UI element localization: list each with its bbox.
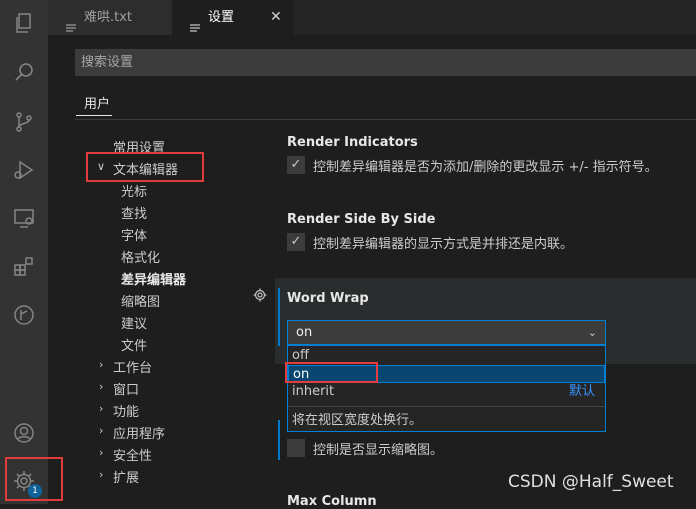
chevron-right-icon: › bbox=[99, 358, 104, 371]
close-icon[interactable]: ✕ bbox=[270, 0, 282, 35]
highlight-on-option-box bbox=[285, 362, 378, 383]
render-indicators-title: Render Indicators bbox=[287, 135, 418, 150]
word-wrap-select[interactable]: on ⌄ bbox=[287, 320, 606, 345]
search-icon[interactable] bbox=[12, 60, 36, 84]
extensions-icon[interactable] bbox=[12, 255, 36, 279]
account-icon[interactable] bbox=[12, 421, 36, 445]
dropdown-separator bbox=[288, 406, 605, 407]
render-indicators-desc: 控制差异编辑器是否为添加/删除的更改显示 +/- 指示符号。 bbox=[313, 160, 658, 175]
toc-suggest[interactable]: 建议 bbox=[121, 313, 147, 332]
highlight-text-editor-box bbox=[86, 152, 204, 182]
toc-security[interactable]: 安全性 bbox=[113, 445, 152, 464]
toc-features[interactable]: 功能 bbox=[113, 401, 139, 420]
timeline-icon[interactable] bbox=[12, 303, 36, 327]
word-wrap-title: Word Wrap bbox=[287, 291, 369, 306]
render-side-by-side-title: Render Side By Side bbox=[287, 212, 436, 227]
run-debug-icon[interactable] bbox=[12, 158, 36, 182]
tab-settings-label: 设置 bbox=[208, 10, 235, 25]
explorer-icon[interactable] bbox=[12, 11, 36, 35]
activity-bar: 1 bbox=[0, 0, 48, 504]
chevron-right-icon: › bbox=[99, 380, 104, 393]
word-wrap-dropdown: off on inherit 默认 将在视区宽度处换行。 bbox=[287, 345, 606, 432]
render-side-by-side-desc: 控制差异编辑器的显示方式是并排还是内联。 bbox=[313, 237, 574, 252]
toc-files[interactable]: 文件 bbox=[121, 335, 147, 354]
option-description: 将在视区宽度处换行。 bbox=[292, 413, 423, 428]
toc-extensions[interactable]: 扩展 bbox=[113, 467, 139, 486]
tab-file[interactable]: 难哄.txt bbox=[48, 0, 172, 35]
chevron-right-icon: › bbox=[99, 446, 104, 459]
toc-minimap[interactable]: 缩略图 bbox=[121, 291, 160, 310]
toc-workbench[interactable]: 工作台 bbox=[113, 357, 152, 376]
toc-find[interactable]: 查找 bbox=[121, 203, 147, 222]
chevron-down-icon: ⌄ bbox=[587, 326, 597, 339]
toc-formatting[interactable]: 格式化 bbox=[121, 247, 160, 266]
toc-cursor[interactable]: 光标 bbox=[121, 181, 147, 200]
option-inherit-label: inherit bbox=[292, 384, 335, 399]
remote-explorer-icon[interactable] bbox=[12, 206, 36, 230]
toc-window[interactable]: 窗口 bbox=[113, 379, 139, 398]
chevron-right-icon: › bbox=[99, 402, 104, 415]
tab-file-label: 难哄.txt bbox=[84, 10, 133, 25]
toc-font[interactable]: 字体 bbox=[121, 225, 147, 244]
chevron-right-icon: › bbox=[99, 468, 104, 481]
toc-diff-editor[interactable]: 差异编辑器 bbox=[121, 269, 186, 288]
default-label: 默认 bbox=[568, 384, 595, 399]
highlight-manage-box bbox=[5, 457, 63, 501]
word-wrap-value: on bbox=[296, 325, 313, 340]
option-inherit[interactable]: inherit 默认 bbox=[288, 383, 605, 401]
tab-settings[interactable]: 设置 ✕ bbox=[172, 0, 294, 35]
render-side-by-side-checkbox[interactable]: ✓ bbox=[287, 233, 305, 251]
scope-tab-underline bbox=[76, 115, 112, 116]
toc-application[interactable]: 应用程序 bbox=[113, 423, 165, 442]
setting-gear-icon[interactable] bbox=[253, 288, 267, 302]
scope-divider bbox=[75, 119, 696, 120]
source-control-icon[interactable] bbox=[12, 110, 36, 134]
max-column-title: Max Column bbox=[287, 494, 377, 509]
tab-user-scope[interactable]: 用户 bbox=[84, 93, 110, 112]
chevron-right-icon: › bbox=[99, 424, 104, 437]
render-indicators-checkbox[interactable]: ✓ bbox=[287, 156, 305, 174]
watermark-text: CSDN @Half_Sweet bbox=[508, 472, 674, 492]
minimap-checkbox[interactable] bbox=[287, 439, 305, 457]
settings-file-icon bbox=[190, 12, 200, 32]
tab-bar: 难哄.txt 设置 ✕ bbox=[48, 0, 696, 35]
minimap-desc: 控制是否显示缩略图。 bbox=[313, 443, 444, 458]
search-settings-input[interactable]: 搜索设置 bbox=[75, 49, 696, 76]
file-lines-icon bbox=[66, 12, 76, 32]
minimap-indicator-bar bbox=[278, 420, 280, 460]
focus-indicator-bar bbox=[278, 288, 280, 346]
